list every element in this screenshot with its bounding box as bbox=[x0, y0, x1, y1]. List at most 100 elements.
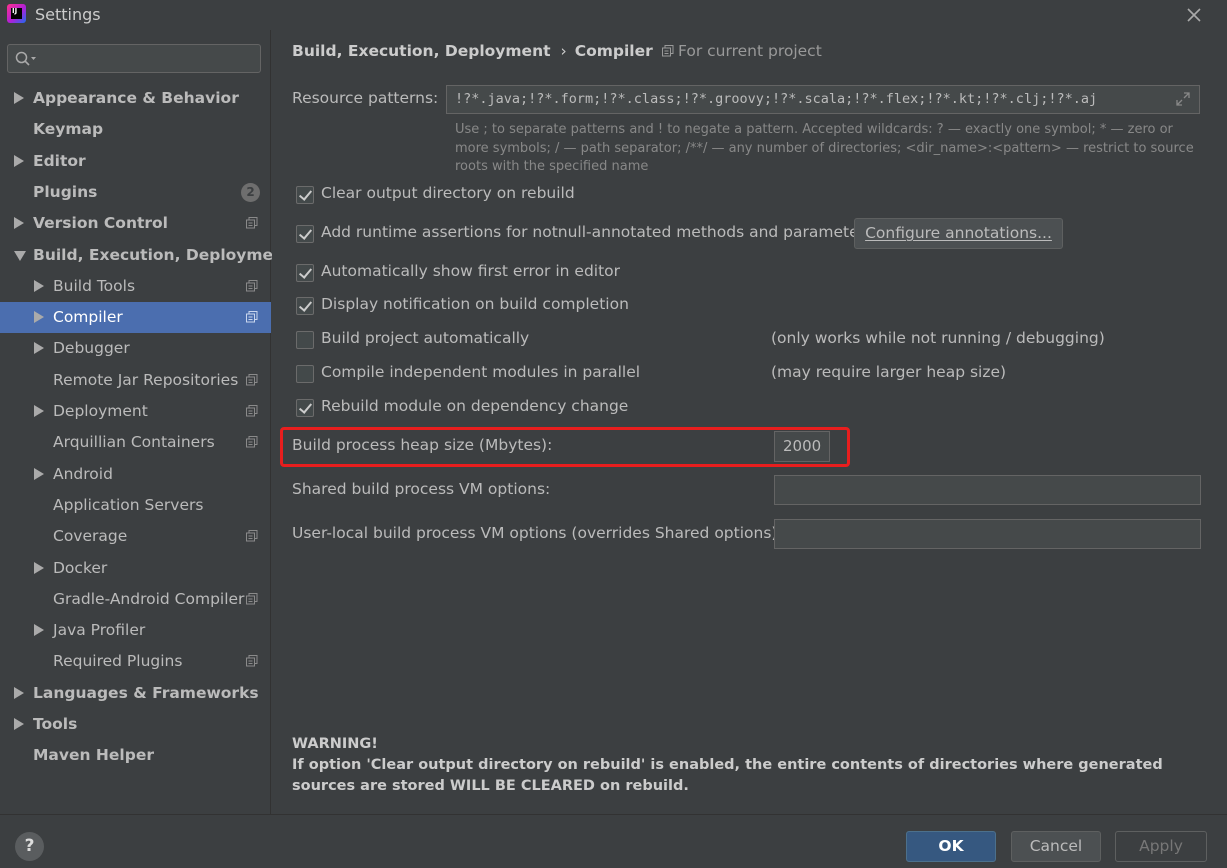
shared-vm-options-label: Shared build process VM options: bbox=[292, 480, 551, 498]
cancel-button[interactable]: Cancel bbox=[1011, 831, 1101, 862]
chevron-right-icon[interactable] bbox=[14, 155, 24, 167]
sidebar-item-editor[interactable]: Editor bbox=[0, 146, 271, 177]
warning-message: WARNING! If option 'Clear output directo… bbox=[292, 734, 1192, 797]
breadcrumb-separator: › bbox=[560, 42, 567, 60]
sidebar-item-gradle-android-compiler[interactable]: Gradle-Android Compiler bbox=[0, 584, 271, 615]
option-label[interactable]: Add runtime assertions for notnull-annot… bbox=[321, 223, 873, 241]
sidebar-item-label: Java Profiler bbox=[53, 621, 146, 639]
shared-vm-options-input[interactable] bbox=[774, 475, 1201, 505]
chevron-down-icon[interactable] bbox=[14, 251, 26, 261]
option-label[interactable]: Automatically show first error in editor bbox=[321, 262, 620, 280]
chevron-right-icon[interactable] bbox=[14, 718, 24, 730]
chevron-right-icon[interactable] bbox=[34, 280, 44, 292]
checkbox-unchecked[interactable] bbox=[296, 365, 314, 383]
sidebar-item-label: Appearance & Behavior bbox=[33, 89, 239, 107]
project-scope-icon bbox=[246, 374, 258, 386]
option-label[interactable]: Build project automatically bbox=[321, 329, 529, 347]
checkbox-checked[interactable] bbox=[296, 186, 314, 204]
sidebar-item-deployment[interactable]: Deployment bbox=[0, 396, 271, 427]
checkbox-checked[interactable] bbox=[296, 264, 314, 282]
chevron-right-icon[interactable] bbox=[14, 92, 24, 104]
sidebar-item-label: Languages & Frameworks bbox=[33, 684, 259, 702]
project-scope-icon bbox=[246, 311, 258, 323]
search-input[interactable] bbox=[7, 44, 261, 73]
warning-text: If option 'Clear output directory on reb… bbox=[292, 757, 1163, 794]
sidebar-item-label: Coverage bbox=[53, 527, 128, 545]
checkbox-checked[interactable] bbox=[296, 399, 314, 417]
sidebar-item-compiler[interactable]: Compiler bbox=[0, 302, 271, 333]
intellij-logo-icon: IJ bbox=[7, 4, 26, 23]
chevron-right-icon[interactable] bbox=[34, 562, 44, 574]
dialog-footer: ? OK Cancel Apply bbox=[0, 814, 1227, 868]
search-icon bbox=[15, 51, 36, 66]
resource-patterns-hint: Use ; to separate patterns and ! to nega… bbox=[455, 122, 1194, 174]
sidebar-item-arquillian-containers[interactable]: Arquillian Containers bbox=[0, 427, 271, 458]
sidebar-item-label: Maven Helper bbox=[33, 746, 154, 764]
sidebar-item-label: Build, Execution, Deployment bbox=[33, 246, 292, 264]
sidebar-item-label: Debugger bbox=[53, 339, 130, 357]
sidebar-item-coverage[interactable]: Coverage bbox=[0, 521, 271, 552]
sidebar-item-application-servers[interactable]: Application Servers bbox=[0, 490, 271, 521]
sidebar-item-appearance-behavior[interactable]: Appearance & Behavior bbox=[0, 83, 271, 114]
checkbox-checked[interactable] bbox=[296, 225, 314, 243]
configure-annotations-button[interactable]: Configure annotations... bbox=[854, 218, 1063, 249]
heap-size-input[interactable]: 2000 bbox=[774, 431, 830, 462]
option-label[interactable]: Clear output directory on rebuild bbox=[321, 184, 575, 202]
chevron-right-icon[interactable] bbox=[14, 217, 24, 229]
sidebar-item-build-tools[interactable]: Build Tools bbox=[0, 271, 271, 302]
user-local-vm-options-input[interactable] bbox=[774, 519, 1201, 549]
sidebar-item-plugins[interactable]: Plugins 2 bbox=[0, 177, 271, 208]
ok-button[interactable]: OK bbox=[906, 831, 996, 862]
sidebar-item-required-plugins[interactable]: Required Plugins bbox=[0, 646, 271, 677]
sidebar-item-label: Application Servers bbox=[53, 496, 204, 514]
sidebar-item-label: Tools bbox=[33, 715, 78, 733]
sidebar-item-android[interactable]: Android bbox=[0, 459, 271, 490]
sidebar-item-keymap[interactable]: Keymap bbox=[0, 114, 271, 145]
sidebar-item-build-execution-deployment[interactable]: Build, Execution, Deployment bbox=[0, 240, 292, 271]
sidebar-item-label: Required Plugins bbox=[53, 652, 183, 670]
project-scope-icon bbox=[246, 436, 258, 448]
sidebar-item-tools[interactable]: Tools bbox=[0, 709, 271, 740]
sidebar-item-remote-jar-repositories[interactable]: Remote Jar Repositories bbox=[0, 365, 271, 396]
help-button[interactable]: ? bbox=[15, 832, 44, 861]
breadcrumb: Build, Execution, Deployment › Compiler bbox=[292, 42, 653, 60]
sidebar-item-label: Remote Jar Repositories bbox=[53, 371, 239, 389]
checkbox-checked[interactable] bbox=[296, 297, 314, 315]
breadcrumb-current: Compiler bbox=[574, 42, 653, 60]
sidebar-item-label: Keymap bbox=[33, 120, 104, 138]
option-label[interactable]: Rebuild module on dependency change bbox=[321, 397, 628, 415]
chevron-right-icon[interactable] bbox=[34, 311, 44, 323]
sidebar-item-debugger[interactable]: Debugger bbox=[0, 333, 271, 364]
window-title: Settings bbox=[35, 5, 101, 24]
option-note: (only works while not running / debuggin… bbox=[771, 329, 1105, 347]
sidebar-item-label: Editor bbox=[33, 152, 86, 170]
compiler-settings-panel: Build, Execution, Deployment › Compiler Fo… bbox=[272, 30, 1227, 814]
breadcrumb-parent[interactable]: Build, Execution, Deployment bbox=[292, 42, 551, 60]
chevron-right-icon[interactable] bbox=[34, 468, 44, 480]
chevron-right-icon[interactable] bbox=[34, 624, 44, 636]
sidebar-item-languages-frameworks[interactable]: Languages & Frameworks bbox=[0, 678, 271, 709]
chevron-right-icon[interactable] bbox=[34, 405, 44, 417]
sidebar-item-label: Deployment bbox=[53, 402, 148, 420]
chevron-right-icon[interactable] bbox=[14, 687, 24, 699]
option-label[interactable]: Display notification on build completion bbox=[321, 295, 629, 313]
sidebar-item-version-control[interactable]: Version Control bbox=[0, 208, 271, 239]
checkbox-unchecked[interactable] bbox=[296, 331, 314, 349]
chevron-right-icon[interactable] bbox=[34, 342, 44, 354]
sidebar-item-maven-helper[interactable]: Maven Helper bbox=[0, 740, 271, 771]
resource-patterns-input[interactable]: !?*.java;!?*.form;!?*.class;!?*.groovy;!… bbox=[446, 85, 1200, 114]
sidebar-item-label: Compiler bbox=[53, 308, 123, 326]
close-icon[interactable] bbox=[1183, 4, 1205, 26]
option-label[interactable]: Compile independent modules in parallel bbox=[321, 363, 640, 381]
sidebar-item-label: Docker bbox=[53, 559, 108, 577]
sidebar-item-docker[interactable]: Docker bbox=[0, 553, 271, 584]
resource-patterns-label: Resource patterns: bbox=[292, 89, 439, 107]
project-scope-icon bbox=[246, 593, 258, 605]
project-scope-icon bbox=[246, 405, 258, 417]
project-scope-icon bbox=[246, 217, 258, 229]
settings-sidebar: Appearance & Behavior Keymap Editor Plugins… bbox=[0, 30, 292, 814]
expand-icon[interactable] bbox=[1175, 91, 1191, 107]
user-local-vm-options-label: User-local build process VM options (ove… bbox=[292, 524, 783, 542]
sidebar-item-java-profiler[interactable]: Java Profiler bbox=[0, 615, 271, 646]
apply-button[interactable]: Apply bbox=[1115, 831, 1207, 862]
